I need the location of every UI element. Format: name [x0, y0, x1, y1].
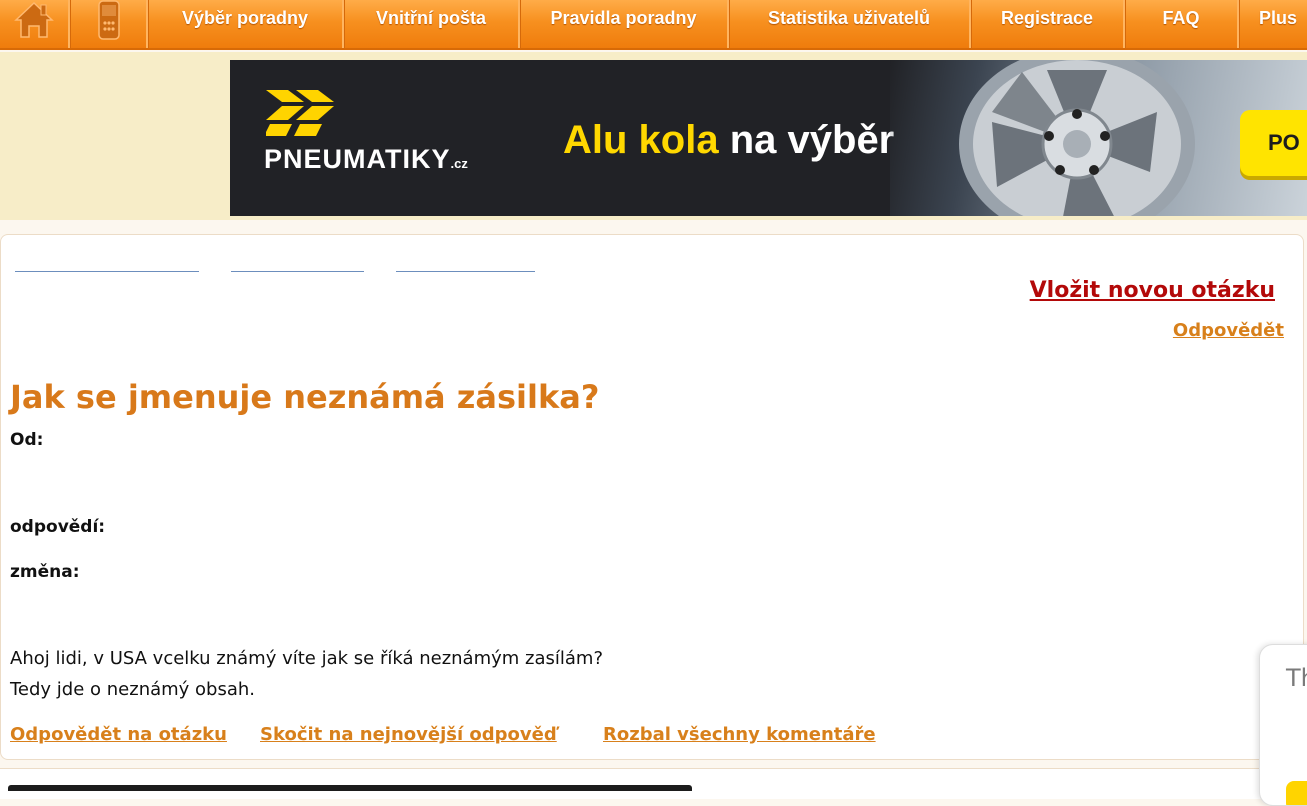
mobile-phone-icon — [98, 0, 120, 40]
question-title: Jak se jmenuje neznámá zásilka? — [10, 378, 600, 416]
nav-item-registrace[interactable]: Registrace — [971, 0, 1125, 48]
mobile-nav-item[interactable] — [70, 0, 148, 48]
jump-to-newest-answer-link[interactable]: Skočit na nejnovější odpověď — [260, 724, 557, 746]
expand-all-comments-link[interactable]: Rozbal všechny komentáře — [603, 724, 876, 746]
home-nav-item[interactable] — [0, 0, 70, 48]
brand-tld: .cz — [450, 156, 468, 171]
home-icon — [14, 1, 54, 38]
promo-headline: Alu kola na výběr — [563, 116, 894, 164]
next-item-strip — [8, 785, 692, 791]
brand-name: PNEUMATIKY.cz — [264, 144, 468, 174]
popup-button[interactable] — [1286, 781, 1307, 805]
popup-text: Th yo w — [1286, 664, 1307, 692]
banner-cta-button[interactable]: PO — [1240, 110, 1307, 176]
question-body-line-2: Tedy jde o neznámý obsah. — [10, 679, 256, 700]
nav-item-vnitrni-posta[interactable]: Vnitřní pošta — [344, 0, 520, 48]
promo-rest: na výběr — [729, 118, 895, 162]
nav-item-faq[interactable]: FAQ — [1125, 0, 1239, 48]
new-question-link[interactable]: Vložit novou otázku — [1030, 278, 1275, 303]
changed-label: změna: — [10, 562, 80, 582]
top-navigation: Výběr poradny Vnitřní pošta Pravidla por… — [0, 0, 1307, 50]
breadcrumb-link-1[interactable] — [15, 271, 199, 272]
question-body-line-1: Ahoj lidi, v USA vcelku známý víte jak s… — [10, 648, 603, 669]
nav-item-statistika-uzivatelu[interactable]: Statistika uživatelů — [729, 0, 971, 48]
alloy-wheel-icon — [959, 60, 1195, 216]
nav-item-vyber-poradny[interactable]: Výběr poradny — [148, 0, 344, 48]
nav-item-pravidla-poradny[interactable]: Pravidla poradny — [520, 0, 729, 48]
advertisement-banner[interactable]: PNEUMATIKY.cz Alu kola na výběr PO — [230, 60, 1307, 216]
next-panel — [0, 768, 1304, 799]
answers-count-label: odpovědí: — [10, 517, 106, 537]
promo-highlight: Alu kola — [563, 118, 719, 162]
breadcrumb-link-2[interactable] — [231, 271, 364, 272]
pneumatiky-logo-icon — [266, 90, 334, 136]
breadcrumb-link-3[interactable] — [396, 271, 535, 272]
answer-question-link[interactable]: Odpovědět na otázku — [10, 724, 227, 746]
answer-link[interactable]: Odpovědět — [1173, 320, 1284, 341]
from-label: Od: — [10, 430, 44, 450]
nav-item-plus[interactable]: Plus — [1239, 0, 1307, 48]
cookie-popup: Th yo w — [1259, 644, 1307, 806]
